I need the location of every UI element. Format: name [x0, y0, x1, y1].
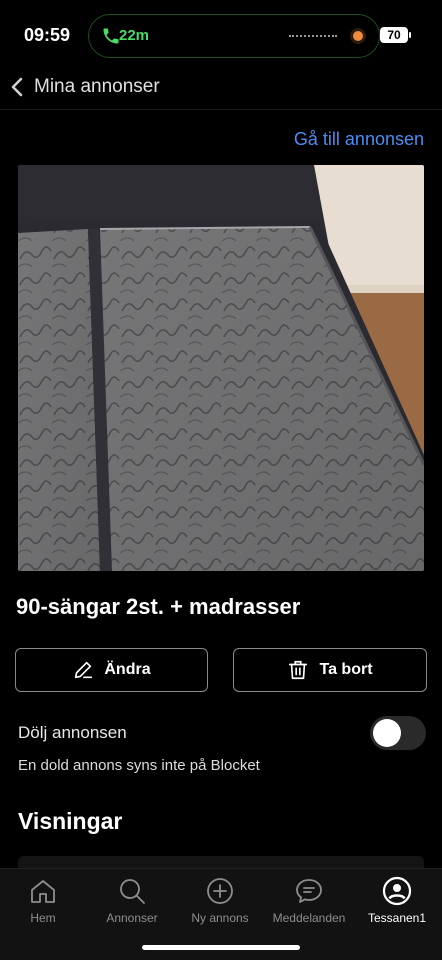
pencil-icon — [75, 661, 93, 679]
profile-icon — [382, 876, 412, 906]
home-indicator[interactable] — [142, 945, 300, 950]
battery-tip — [409, 32, 411, 38]
phone-icon — [103, 28, 119, 44]
tab-profile-label: Tessanen1 — [367, 911, 427, 925]
waveform — [289, 35, 337, 37]
navigation-bar: Mina annonser — [0, 64, 442, 110]
tab-ads[interactable]: Annonser — [87, 875, 177, 925]
status-time: 09:59 — [24, 25, 71, 45]
plus-circle-icon — [207, 878, 233, 904]
ad-image — [18, 165, 424, 571]
hide-ad-description: En dold annons syns inte på Blocket — [18, 757, 260, 774]
tab-messages-label: Meddelanden — [272, 911, 346, 925]
dynamic-island[interactable]: 22m — [88, 14, 380, 58]
camera-indicator — [353, 31, 363, 41]
battery-icon: 70 — [380, 27, 408, 43]
tab-home-label: Hem — [30, 911, 56, 925]
tab-ads-label: Annonser — [106, 911, 158, 925]
views-heading: Visningar — [18, 808, 123, 834]
delete-button-label: Ta bort — [319, 661, 373, 678]
home-icon — [31, 880, 55, 903]
back-button-label[interactable]: Mina annonser — [34, 76, 160, 98]
chat-icon — [296, 879, 322, 903]
status-bar: 09:59 22m 70 — [0, 0, 442, 62]
call-duration: 22m — [119, 27, 150, 44]
ad-title: 90-sängar 2st. + madrasser — [16, 594, 301, 619]
go-to-ad-link[interactable]: Gå till annonsen — [294, 129, 424, 150]
search-icon — [120, 879, 145, 904]
delete-button[interactable]: Ta bort — [233, 648, 427, 692]
hide-ad-toggle[interactable] — [370, 716, 426, 750]
tab-new-ad[interactable]: Ny annons — [175, 875, 265, 925]
tab-messages[interactable]: Meddelanden — [264, 875, 354, 925]
toggle-knob — [373, 719, 401, 747]
ad-photo[interactable] — [18, 165, 424, 571]
tab-new-ad-label: Ny annons — [191, 911, 249, 925]
edit-button-label: Ändra — [104, 661, 151, 678]
tab-profile[interactable]: Tessanen1 — [352, 875, 442, 925]
tab-home[interactable]: Hem — [0, 875, 88, 925]
hide-ad-label: Dölj annonsen — [18, 723, 127, 742]
trash-icon — [289, 660, 308, 680]
edit-button[interactable]: Ändra — [15, 648, 208, 692]
chevron-left-icon[interactable] — [8, 74, 28, 100]
